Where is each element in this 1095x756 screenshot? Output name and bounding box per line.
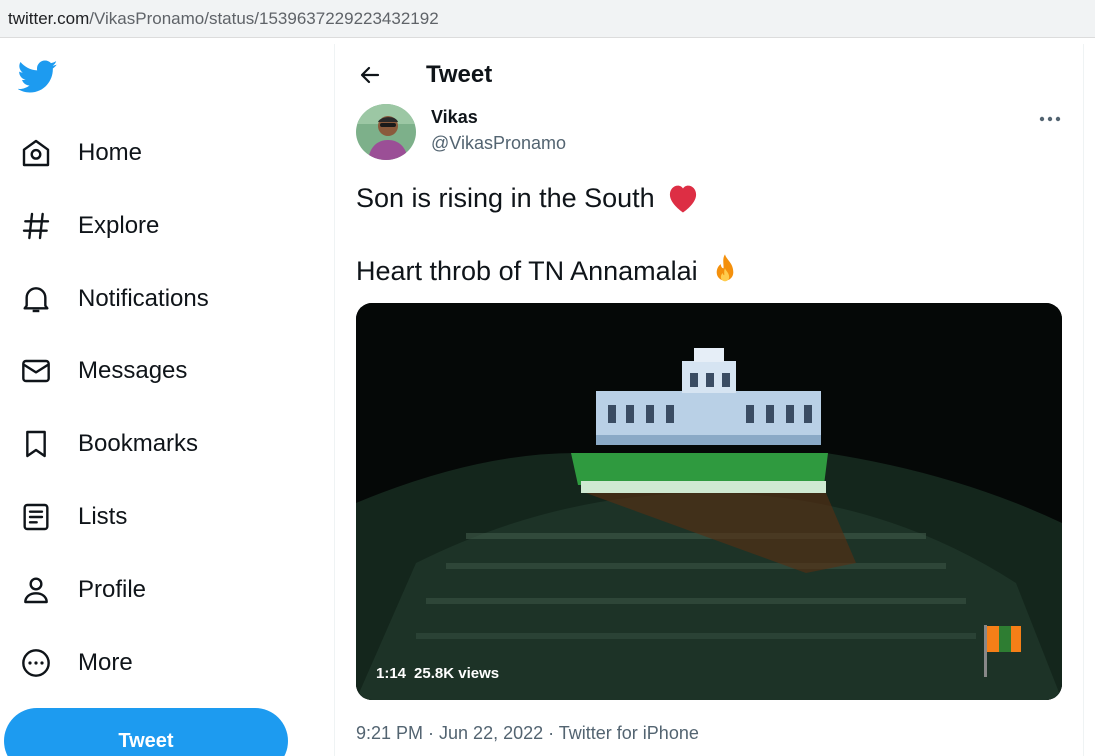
tweet-text: Heart throb of TN Annamalai	[356, 255, 698, 286]
url-text[interactable]: twitter.com/VikasPronamo/status/15396372…	[8, 9, 439, 29]
page-header: Tweet	[335, 44, 1084, 106]
hashtag-icon	[18, 208, 54, 244]
envelope-icon	[18, 353, 54, 389]
tweet-text: Son is rising in the South	[356, 182, 655, 213]
tweet-text-line: Son is rising in the South	[356, 182, 701, 214]
sidebar-item-more[interactable]: More	[18, 638, 133, 688]
sidebar-item-lists[interactable]: Lists	[18, 492, 127, 542]
video-views: 25.8K views	[414, 665, 500, 682]
back-arrow-icon[interactable]	[355, 60, 385, 90]
author-name[interactable]: Vikas	[431, 107, 478, 128]
sidebar-item-bookmarks[interactable]: Bookmarks	[18, 419, 198, 469]
sidebar-item-label: Explore	[78, 212, 160, 239]
more-options-icon[interactable]	[1035, 104, 1065, 134]
author-handle[interactable]: @VikasPronamo	[431, 133, 566, 154]
video-duration: 1:14	[376, 665, 407, 682]
sidebar-item-profile[interactable]: Profile	[18, 565, 146, 615]
sidebar-item-label: Messages	[78, 357, 188, 384]
avatar[interactable]	[356, 104, 416, 160]
url-path: /VikasPronamo/status/1539637229223432192	[89, 9, 439, 28]
sidebar-item-label: Home	[78, 139, 143, 166]
sidebar-item-label: Bookmarks	[78, 430, 199, 457]
sidebar-item-label: Profile	[78, 576, 147, 603]
browser-url-bar[interactable]: twitter.com/VikasPronamo/status/15396372…	[0, 0, 1095, 38]
video-meta: 1:14 25.8K views	[376, 665, 499, 682]
fire-icon	[708, 253, 742, 289]
sidebar-item-explore[interactable]: Explore	[18, 201, 159, 251]
main-column: Tweet Vikas @VikasPronamo Son is rising …	[334, 44, 1084, 756]
sidebar: Home Explore Notifications Messages Book…	[0, 38, 334, 756]
sidebar-item-label: Notifications	[78, 285, 209, 312]
more-circle-icon	[18, 645, 54, 681]
bookmark-icon	[18, 426, 54, 462]
sidebar-item-messages[interactable]: Messages	[18, 346, 187, 396]
home-icon	[18, 135, 54, 171]
red-heart-icon	[665, 182, 701, 214]
sidebar-item-label: Lists	[78, 503, 128, 530]
video-frame	[356, 303, 1062, 700]
person-icon	[18, 572, 54, 608]
tweet-timestamp[interactable]: 9:21 PM · Jun 22, 2022 · Twitter for iPh…	[356, 723, 699, 744]
tweet-compose-button[interactable]: Tweet	[4, 708, 288, 756]
sidebar-item-notifications[interactable]: Notifications	[18, 274, 209, 324]
tweet-text-line: Heart throb of TN Annamalai	[356, 253, 742, 289]
tweet-video[interactable]: 1:14 25.8K views	[356, 303, 1062, 700]
bell-icon	[18, 281, 54, 317]
url-host: twitter.com	[8, 9, 90, 28]
sidebar-item-home[interactable]: Home	[18, 128, 142, 178]
sidebar-item-label: More	[78, 649, 133, 676]
twitter-bird-icon[interactable]	[17, 60, 58, 96]
page-title: Tweet	[426, 61, 493, 88]
list-icon	[18, 499, 54, 535]
